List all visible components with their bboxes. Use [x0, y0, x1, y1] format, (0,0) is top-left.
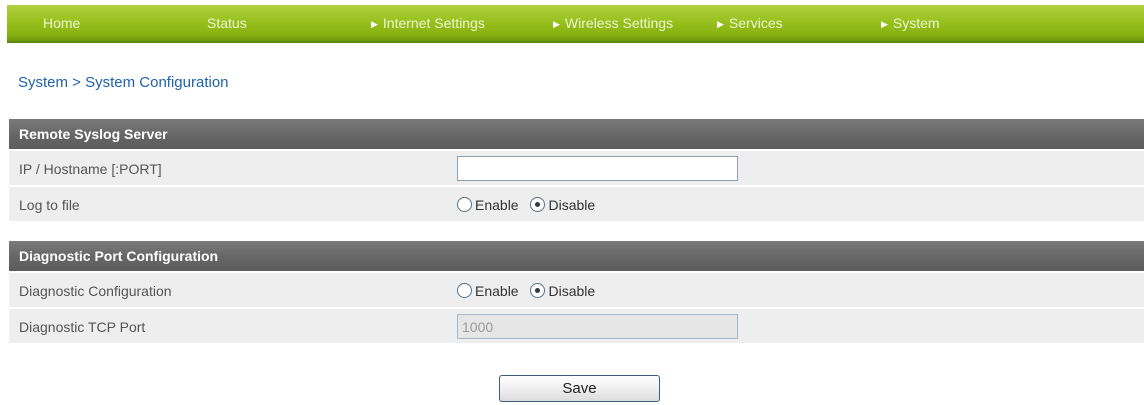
nav-home[interactable]: Home: [43, 5, 80, 41]
nav-services-label: Services: [728, 15, 783, 31]
diagnostic-disable-label: Disable: [548, 283, 596, 299]
breadcrumb: System > System Configuration: [18, 74, 229, 91]
triangle-right-icon: ▶: [717, 19, 724, 29]
nav-internet-settings[interactable]: ▶ Internet Settings: [371, 5, 485, 41]
diagnostic-tcp-port-input[interactable]: [457, 314, 738, 339]
triangle-right-icon: ▶: [881, 19, 888, 29]
triangle-right-icon: ▶: [553, 19, 560, 29]
log-to-file-radio-group: Enable Disable: [457, 187, 603, 223]
radio-checked-icon: [530, 282, 546, 298]
nav-system[interactable]: ▶ System: [881, 5, 940, 41]
diagnostic-port-header: Diagnostic Port Configuration: [9, 241, 1144, 271]
remote-syslog-header: Remote Syslog Server: [9, 119, 1144, 149]
log-to-file-disable-label: Disable: [548, 197, 596, 213]
diagnostic-disable-radio[interactable]: Disable: [530, 273, 595, 309]
log-to-file-label: Log to file: [19, 197, 80, 213]
hostname-input[interactable]: [457, 156, 738, 181]
diagnostic-config-row: Diagnostic Configuration Enable Disable: [9, 271, 1144, 307]
diagnostic-enable-radio[interactable]: Enable: [457, 273, 519, 309]
diagnostic-config-radio-group: Enable Disable: [457, 273, 603, 309]
diagnostic-enable-label: Enable: [475, 283, 519, 299]
radio-unchecked-icon: [457, 282, 472, 298]
hostname-row: IP / Hostname [:PORT]: [9, 149, 1144, 185]
nav-wireless-settings[interactable]: ▶ Wireless Settings: [553, 5, 673, 41]
radio-unchecked-icon: [457, 196, 472, 212]
nav-internet-settings-label: Internet Settings: [382, 15, 485, 31]
nav-system-label: System: [892, 15, 940, 31]
radio-checked-icon: [530, 196, 546, 212]
diagnostic-tcp-port-field-wrapper: [457, 314, 738, 339]
log-to-file-disable-radio[interactable]: Disable: [530, 187, 595, 223]
nav-status-label: Status: [207, 15, 247, 31]
diagnostic-config-label: Diagnostic Configuration: [19, 283, 172, 299]
log-to-file-enable-radio[interactable]: Enable: [457, 187, 519, 223]
log-to-file-enable-label: Enable: [475, 197, 519, 213]
remote-syslog-panel: Remote Syslog Server IP / Hostname [:POR…: [9, 119, 1144, 221]
triangle-right-icon: ▶: [371, 19, 378, 29]
diagnostic-tcp-port-label: Diagnostic TCP Port: [19, 319, 146, 335]
nav-status[interactable]: Status: [207, 5, 247, 41]
diagnostic-port-panel: Diagnostic Port Configuration Diagnostic…: [9, 241, 1144, 343]
top-nav-bar: Home Status ▶ Internet Settings ▶ Wireless…: [7, 5, 1144, 43]
nav-wireless-settings-label: Wireless Settings: [564, 15, 674, 31]
log-to-file-row: Log to file Enable Disable: [9, 185, 1144, 221]
nav-services[interactable]: ▶ Services: [717, 5, 783, 41]
nav-home-label: Home: [43, 15, 81, 31]
hostname-field-wrapper: [457, 156, 738, 181]
diagnostic-tcp-port-row: Diagnostic TCP Port: [9, 307, 1144, 343]
save-button[interactable]: Save: [499, 375, 660, 402]
hostname-label: IP / Hostname [:PORT]: [19, 161, 162, 177]
